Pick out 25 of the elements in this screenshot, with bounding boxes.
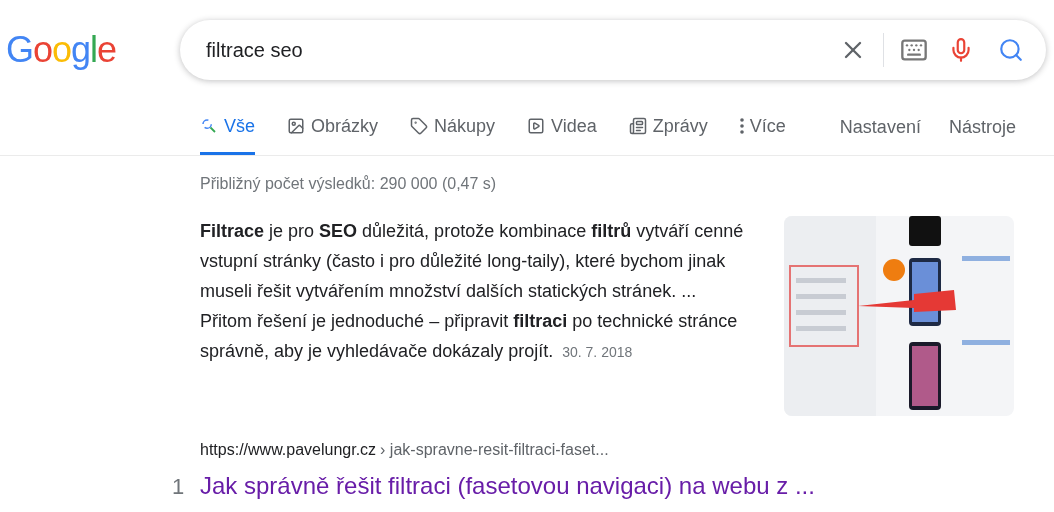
tab[interactable]: Obrázky xyxy=(287,100,379,155)
tab[interactable]: Videa xyxy=(527,100,597,155)
search-icon[interactable] xyxy=(998,37,1024,63)
tool-link[interactable]: Nastavení xyxy=(839,114,921,141)
tool-link[interactable]: Nástroje xyxy=(948,114,1016,141)
tag-icon xyxy=(410,117,429,135)
result-stats: Přibližný počet výsledků: 290 000 (0,47 s) xyxy=(200,174,498,194)
search-icon xyxy=(200,117,218,135)
more-icon xyxy=(739,118,744,134)
result-title-link[interactable]: Jak správně řešit filtraci (fasetovou navigaci) na webu z ... xyxy=(200,468,815,504)
result-number: 1 xyxy=(172,473,186,501)
image-icon xyxy=(287,117,306,135)
news-icon xyxy=(628,117,647,135)
tab[interactable]: Nákupy xyxy=(410,100,496,155)
snippet-date: 30. 7. 2018 xyxy=(562,344,633,360)
search-input[interactable]: filtrace seo xyxy=(206,35,839,65)
result-url: https://www.pavelungr.cz xyxy=(200,440,377,460)
play-icon xyxy=(527,117,546,135)
result-path: › jak-spravne-resit-filtraci-faset... xyxy=(380,440,609,460)
snippet-text: Filtrace je pro SEO důležitá, protože kombinace filtrů vytváří cenné vstupní stránky (často i pro důležité long-taily), které bychom jinak museli řešit vytvářením množství dalších statických stránek. ... Přitom řešení je jednoduché – připravit filtraci po technické stránce správně, aby je vyhledávače dokázaly projít. 30. 7. 2018 xyxy=(200,220,745,363)
tab[interactable]: Více xyxy=(739,100,786,155)
tab[interactable]: Zprávy xyxy=(628,100,708,155)
logo[interactable]: Google xyxy=(6,23,156,77)
tab[interactable]: Vše xyxy=(200,100,256,155)
search-field[interactable]: filtrace seo xyxy=(180,20,1046,80)
